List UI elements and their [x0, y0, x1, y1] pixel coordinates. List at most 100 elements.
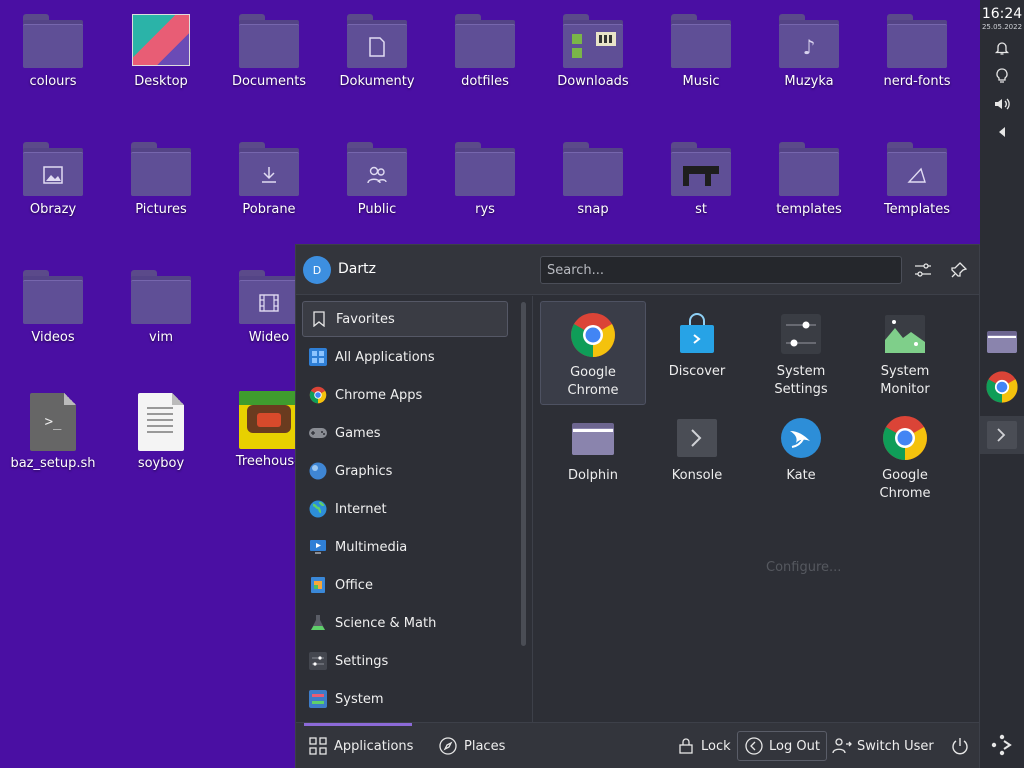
multimedia-monitor-icon [308, 537, 328, 557]
folder-icon [563, 140, 623, 196]
category-internet[interactable]: Internet [302, 491, 508, 527]
system-tools-icon [308, 689, 328, 709]
launcher-footer: Applications Places Lock Log Out Switch … [296, 722, 979, 768]
clock-time: 16:24 [981, 6, 1023, 22]
system-settings-icon [776, 309, 826, 359]
taskbar-google-chrome[interactable] [980, 368, 1024, 406]
desktop-folder-obrazy[interactable]: Obrazy [3, 140, 103, 250]
app-discover[interactable]: Discover [644, 301, 750, 405]
user-avatar[interactable]: D [303, 256, 331, 284]
app-grid-icon [308, 347, 328, 367]
desktop-folder-snap[interactable]: snap [543, 140, 643, 250]
desktop-folder-pobrane[interactable]: Pobrane [219, 140, 319, 250]
desktop-folder-dokumenty[interactable]: Dokumenty [327, 12, 427, 122]
category-favorites[interactable]: Favorites [302, 301, 508, 337]
category-label: Multimedia [335, 539, 408, 555]
sidebar-scrollbar[interactable] [521, 302, 526, 646]
switch-user-button[interactable]: Switch User [826, 731, 940, 761]
category-office[interactable]: Office [302, 567, 508, 603]
kate-bird-icon [776, 413, 826, 463]
desktop-folder-downloads[interactable]: Downloads [543, 12, 643, 122]
desktop-file-baz-setup[interactable]: >_ baz_setup.sh [3, 393, 103, 504]
desktop-folder-videos[interactable]: Videos [3, 268, 103, 378]
digital-clock[interactable]: 16:24 25.05.2022 [982, 6, 1022, 31]
dolphin-folder-icon [568, 413, 618, 463]
kde-launcher-icon [991, 734, 1012, 756]
application-launcher-menu: D Dartz Favorites All Applications Chrom… [295, 244, 980, 768]
search-input[interactable] [540, 256, 902, 284]
desktop-item-label: Wideo [248, 330, 290, 345]
category-graphics[interactable]: Graphics [302, 453, 508, 489]
desktop-folder-pictures[interactable]: Pictures [111, 140, 211, 250]
app-label: System Settings [774, 364, 828, 397]
folder-video-icon [239, 268, 299, 324]
log-out-button[interactable]: Log Out [737, 731, 827, 761]
configure-launcher-button[interactable] [910, 257, 936, 283]
folder-pictures-icon [23, 140, 83, 196]
desktop-folder-public[interactable]: Public [327, 140, 427, 250]
folder-public-icon [347, 140, 407, 196]
desktop-item-label: Downloads [557, 74, 629, 89]
tab-label: Applications [334, 738, 414, 754]
power-button[interactable] [944, 731, 981, 761]
tab-places[interactable]: Places [438, 723, 505, 768]
desktop-folder-desktop[interactable]: Desktop [111, 12, 211, 122]
button-label: Log Out [769, 738, 820, 754]
desktop-folder-rys[interactable]: rys [435, 140, 535, 250]
lightbulb-icon[interactable] [991, 65, 1013, 87]
desktop-file-soyboy[interactable]: soyboy [111, 393, 211, 504]
lock-icon [676, 736, 696, 756]
app-google-chrome-2[interactable]: Google Chrome [852, 405, 958, 509]
desktop-folder-music[interactable]: Music [651, 12, 751, 122]
desktop-folder-nerd-fonts[interactable]: nerd-fonts [867, 12, 967, 122]
desktop-item-label: Dokumenty [339, 74, 415, 89]
tab-applications[interactable]: Applications [308, 723, 413, 768]
app-system-settings[interactable]: System Settings [748, 301, 854, 405]
launcher-header: D Dartz [296, 245, 979, 295]
category-system[interactable]: System [302, 681, 508, 717]
category-settings[interactable]: Settings [302, 643, 508, 679]
category-science-math[interactable]: Science & Math [302, 605, 508, 641]
desktop-item-label: st [695, 202, 707, 217]
desktop-item-label: Public [357, 202, 397, 217]
folder-preview-icon [563, 12, 623, 68]
notifications-bell-icon[interactable] [991, 37, 1013, 59]
category-all-applications[interactable]: All Applications [302, 339, 508, 375]
configure-hint: Configure... [766, 560, 842, 575]
category-label: All Applications [335, 349, 435, 365]
taskbar-konsole[interactable] [980, 416, 1024, 454]
konsole-icon [672, 413, 722, 463]
folder-download-icon [239, 140, 299, 196]
app-label: Discover [668, 364, 726, 379]
taskbar-dolphin[interactable] [980, 322, 1024, 360]
app-konsole[interactable]: Konsole [644, 405, 750, 509]
app-system-monitor[interactable]: System Monitor [852, 301, 958, 405]
pin-launcher-button[interactable] [946, 257, 972, 283]
desktop-item-label: baz_setup.sh [10, 456, 96, 471]
desktop-folder-templates-lower[interactable]: templates [759, 140, 859, 250]
system-monitor-icon [880, 309, 930, 359]
volume-icon[interactable] [991, 93, 1013, 115]
category-multimedia[interactable]: Multimedia [302, 529, 508, 565]
desktop-folder-documents[interactable]: Documents [219, 12, 319, 122]
application-launcher-button[interactable] [980, 726, 1024, 764]
desktop-folder-vim[interactable]: vim [111, 268, 211, 378]
desktop-folder-dotfiles[interactable]: dotfiles [435, 12, 535, 122]
lock-button[interactable]: Lock [670, 731, 737, 761]
desktop-folder-muzyka[interactable]: ♪ Muzyka [759, 12, 859, 122]
desktop-folder-templates[interactable]: Templates [867, 140, 967, 250]
desktop-folder-st[interactable]: st [651, 140, 751, 250]
folder-documents-icon [347, 12, 407, 68]
tray-expand-arrow-icon[interactable] [991, 121, 1013, 143]
category-chrome-apps[interactable]: Chrome Apps [302, 377, 508, 413]
app-google-chrome[interactable]: Google Chrome [540, 301, 646, 405]
sliders-icon [915, 263, 931, 277]
desktop-folder-colours[interactable]: colours [3, 12, 103, 122]
category-games[interactable]: Games [302, 415, 508, 451]
folder-preview-icon [671, 140, 731, 196]
app-kate[interactable]: Kate [748, 405, 854, 509]
app-dolphin[interactable]: Dolphin [540, 405, 646, 509]
category-label: Science & Math [335, 615, 437, 631]
desktop-item-label: soyboy [137, 456, 185, 471]
button-label: Switch User [857, 738, 934, 754]
